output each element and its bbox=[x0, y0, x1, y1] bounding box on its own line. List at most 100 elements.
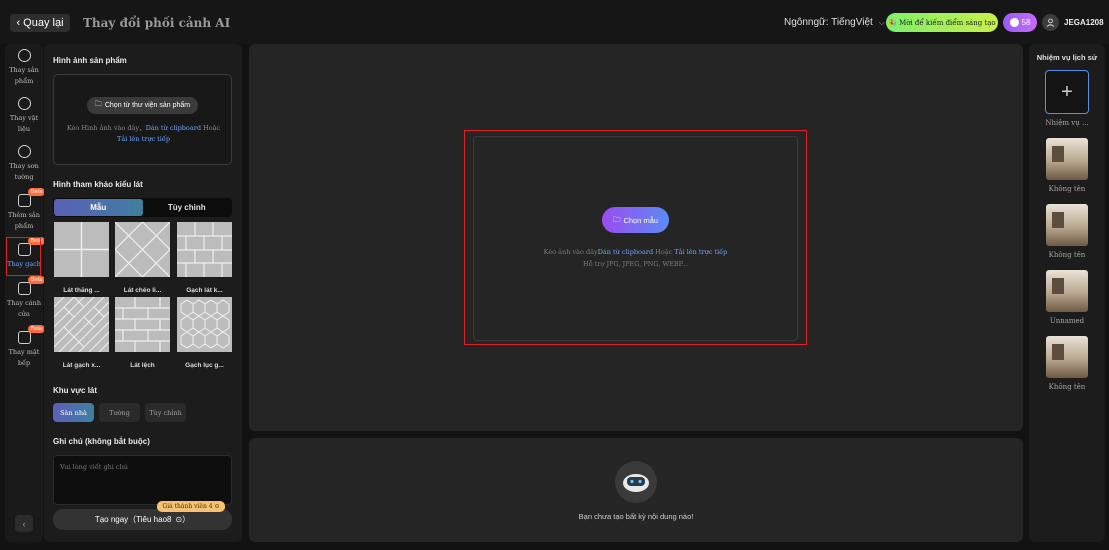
door-icon bbox=[17, 282, 31, 295]
invite-label: Mời để kiếm điểm sáng tạo bbox=[899, 18, 996, 27]
credits-count: 58 bbox=[1021, 18, 1031, 27]
robot-illustration bbox=[623, 474, 649, 492]
countertop-icon bbox=[17, 331, 31, 344]
pattern-tabs: Mẫu Tùy chỉnh bbox=[53, 198, 232, 217]
coin-icon: ⊙ bbox=[214, 503, 220, 510]
diagonal-pattern-image bbox=[114, 221, 171, 278]
area-chip-wall[interactable]: Tường bbox=[99, 403, 140, 422]
offset-pattern-image bbox=[115, 297, 170, 352]
pattern-tile[interactable]: Lát chéo li... bbox=[114, 221, 171, 294]
plus-icon: + bbox=[1061, 80, 1073, 103]
nav-item-label: Thay sản phẩm bbox=[9, 66, 39, 85]
beta-badge: Beta bbox=[28, 188, 46, 196]
nav-item-replace-countertop[interactable]: Beta Thay mặt bếp bbox=[5, 325, 46, 369]
collapse-button[interactable]: ‹ bbox=[15, 515, 33, 532]
language-selector[interactable]: Ngônngữ: TiếngViệt ⌵ bbox=[784, 17, 885, 28]
choose-template-button[interactable]: 🗀 Chọn mẫu bbox=[602, 207, 669, 233]
pattern-label: Lát chéo li... bbox=[123, 287, 162, 294]
pattern-label: Lát gạch x... bbox=[62, 362, 101, 369]
direct-upload-link[interactable]: Tải lên trực tiếp bbox=[117, 135, 170, 143]
upload-hint: Kéo Hình ảnh vào đây，Dán từ clipboard Ho… bbox=[60, 123, 227, 145]
robot-icon bbox=[615, 461, 657, 503]
hexagon-pattern-image bbox=[177, 297, 232, 352]
note-title: Ghi chú (không bắt buộc) bbox=[53, 437, 150, 446]
drop-zone-highlight bbox=[464, 130, 807, 345]
material-icon bbox=[17, 97, 31, 110]
pattern-label: Lát thẳng ... bbox=[63, 287, 100, 294]
area-chip-floor[interactable]: Sàn nhà bbox=[53, 403, 94, 422]
chevron-left-icon: ‹ bbox=[22, 518, 26, 529]
history-thumbnail[interactable] bbox=[1046, 204, 1088, 246]
empty-state-text: Bạn chưa tạo bất kỳ nội dung nào! bbox=[578, 512, 694, 521]
history-item-label: Không tên bbox=[1048, 251, 1086, 259]
nav-item-add-product[interactable]: Beta Thêm sản phẩm bbox=[5, 188, 46, 232]
top-bar: ‹ Quay lại Thay đổi phối cảnh AI Ngônngữ… bbox=[0, 0, 1109, 44]
upload-hint-text: Kéo Hình ảnh vào đây， bbox=[66, 124, 146, 132]
pattern-tile[interactable]: Lát thẳng ... bbox=[54, 222, 109, 294]
main-canvas: 🗀 Chọn mẫu Kéo ảnh vào đâyDán từ clipboa… bbox=[249, 44, 1023, 431]
cube-icon bbox=[17, 49, 31, 62]
invite-button[interactable]: 🎉 Mời để kiếm điểm sáng tạo bbox=[886, 13, 998, 32]
pattern-tile[interactable]: Gạch lát k... bbox=[177, 222, 232, 294]
history-panel: Nhiệm vụ lịch sử + Nhiệm vụ ... Không tê… bbox=[1029, 44, 1105, 542]
nav-item-replace-material[interactable]: Thay vật liệu bbox=[5, 97, 43, 135]
back-button-label: Quay lại bbox=[23, 17, 64, 29]
tab-template[interactable]: Mẫu bbox=[54, 199, 143, 216]
folder-icon: 🗀 bbox=[94, 101, 102, 108]
history-title: Nhiệm vụ lịch sử bbox=[1036, 53, 1098, 62]
drop-hint: Kéo ảnh vào đâyDán từ clipboard Hoặc Tải… bbox=[473, 246, 798, 270]
paste-clipboard-link[interactable]: Dán từ clipboard bbox=[146, 124, 201, 132]
member-price-tag: Giá thành viên 4 ⊙ bbox=[157, 501, 225, 512]
folder-icon: 🗀 bbox=[612, 214, 621, 224]
nav-item-replace-product[interactable]: Thay sản phẩm bbox=[5, 49, 43, 87]
nav-item-replace-door[interactable]: Beta Thay cánh cửa bbox=[5, 276, 46, 320]
page-title: Thay đổi phối cảnh AI bbox=[83, 16, 231, 30]
beta-badge: Beta bbox=[28, 276, 46, 284]
party-icon: 🎉 bbox=[888, 18, 898, 27]
history-item-label: Không tên bbox=[1048, 383, 1086, 391]
pattern-label: Gạch lát k... bbox=[186, 287, 223, 294]
note-input[interactable]: Vui lòng viết ghi chú bbox=[53, 455, 232, 505]
nav-item-label: Thêm sản phẩm bbox=[8, 211, 40, 230]
library-button-label: Chọn từ thư viện sản phẩm bbox=[104, 102, 191, 109]
active-highlight bbox=[6, 237, 41, 276]
language-label: Ngônngữ: TiếngViệt bbox=[784, 17, 873, 28]
add-product-icon bbox=[17, 194, 31, 207]
paste-clipboard-link[interactable]: Dán từ clipboard bbox=[598, 248, 653, 256]
chevron-left-icon: ‹ bbox=[16, 17, 21, 29]
pattern-tile[interactable]: Lát gạch x... bbox=[53, 296, 110, 369]
paint-icon bbox=[17, 145, 31, 158]
history-thumbnail[interactable] bbox=[1046, 138, 1088, 180]
history-item-label: Unnamed bbox=[1049, 317, 1085, 325]
coin-icon: ⊙） bbox=[175, 515, 191, 524]
avatar[interactable] bbox=[1042, 14, 1059, 31]
area-title: Khu vực lát bbox=[53, 386, 98, 395]
basketweave-pattern-image bbox=[177, 222, 232, 277]
history-thumbnail[interactable] bbox=[1046, 336, 1088, 378]
pattern-tile[interactable]: Lát lệch bbox=[115, 297, 170, 369]
nav-item-label: Thay cánh cửa bbox=[6, 299, 42, 318]
area-chip-custom[interactable]: Tùy chỉnh bbox=[145, 403, 186, 422]
history-item-label: Không tên bbox=[1048, 185, 1086, 193]
username: JEGA1208 bbox=[1064, 18, 1104, 27]
price-tag-label: Giá thành viên 4 bbox=[162, 503, 213, 510]
credits-badge[interactable]: 58 bbox=[1003, 13, 1037, 32]
pattern-label: Gạch lục g... bbox=[185, 362, 224, 369]
new-task-label: Nhiệm vụ ... bbox=[1045, 119, 1089, 127]
create-button[interactable]: Tạo ngay（Tiêu hao8 ⊙） bbox=[53, 509, 232, 530]
pattern-tile[interactable]: Gạch lục g... bbox=[177, 297, 232, 369]
user-icon bbox=[1046, 18, 1055, 27]
product-upload-area[interactable]: 🗀 Chọn từ thư viện sản phẩm Kéo Hình ảnh… bbox=[53, 74, 232, 165]
library-button[interactable]: 🗀 Chọn từ thư viện sản phẩm bbox=[87, 97, 198, 114]
config-panel: Hình ảnh sản phẩm 🗀 Chọn từ thư viện sản… bbox=[44, 44, 242, 542]
new-task-button[interactable]: + bbox=[1045, 70, 1089, 114]
beta-badge: Beta bbox=[28, 325, 46, 333]
choose-template-label: Chọn mẫu bbox=[623, 215, 659, 225]
product-image-title: Hình ảnh sản phẩm bbox=[53, 56, 127, 65]
back-button[interactable]: ‹ Quay lại bbox=[10, 14, 70, 32]
pattern-label: Lát lệch bbox=[130, 362, 155, 369]
tab-custom[interactable]: Tùy chỉnh bbox=[143, 199, 232, 216]
nav-item-replace-paint[interactable]: Thay sơn tường bbox=[5, 145, 43, 183]
history-thumbnail[interactable] bbox=[1046, 270, 1088, 312]
direct-upload-link[interactable]: Tải lên trực tiếp bbox=[674, 248, 727, 256]
